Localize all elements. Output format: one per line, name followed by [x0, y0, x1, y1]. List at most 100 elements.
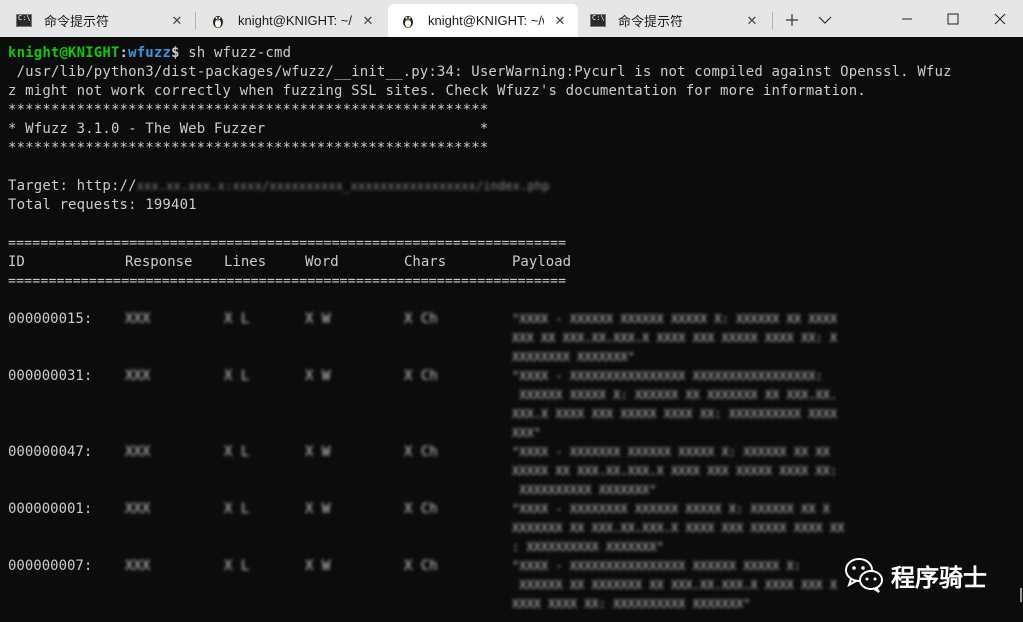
- close-icon[interactable]: ✕: [742, 11, 762, 31]
- row-payload-line: XXXXXXX XX XXX.XX.XXX.X XXXX XXX XXXXX X…: [512, 521, 845, 535]
- row-id: 000000047:: [8, 444, 93, 460]
- row-id: 000000007:: [8, 558, 93, 574]
- plus-icon: [786, 14, 798, 26]
- row-id: 000000031:: [8, 368, 93, 384]
- table-rule: ========================================…: [8, 274, 567, 289]
- wechat-icon: [845, 558, 883, 593]
- close-icon[interactable]: ✕: [358, 11, 378, 31]
- linux-icon: [210, 13, 226, 29]
- tab-knight-wf[interactable]: knight@KNIGHT: ~/wf ✕: [388, 4, 578, 37]
- warning-line: /usr/lib/python3/dist-packages/wfuzz/__i…: [8, 64, 952, 80]
- row-word: X W: [305, 311, 331, 327]
- row-lines: X L: [224, 311, 250, 327]
- scrollbar-thumb[interactable]: [1020, 588, 1022, 602]
- table-row: 000000001: XXX X L X W X Ch "XXXX - XXXX…: [0, 500, 1023, 519]
- row-word: X W: [305, 501, 331, 517]
- row-payload-line: XXX": [512, 426, 541, 440]
- warning-line: z might not work correctly when fuzzing …: [8, 83, 866, 99]
- row-payload-line: "XXXX - XXXXXXXXXXXXXXXX XXXXXXXXXXXXXXX…: [512, 369, 823, 383]
- header-payload: Payload: [512, 254, 572, 270]
- new-tab-button[interactable]: [778, 7, 806, 33]
- row-word: X W: [305, 368, 331, 384]
- tab-bar: 命令提示符 ✕ knight@KNIGHT: ~/fp ✕ knight@KNI…: [0, 0, 1023, 37]
- row-id: 000000015:: [8, 311, 93, 327]
- row-payload-line: : XXXXXXXXXX XXXXXXX": [512, 540, 664, 554]
- terminal-output[interactable]: knight@KNIGHT:wfuzz$ sh wfuzz-cmd /usr/l…: [0, 37, 1023, 622]
- minimize-icon: [902, 18, 912, 19]
- row-payload-line: XXX XX XXX.XX.XXX.X XXXX XXX XXXXX XXXX …: [512, 331, 838, 345]
- row-lines: X L: [224, 444, 250, 460]
- row-payload-line: XXXX XXXX XX: XXXXXXXXXX XXXXXXX": [512, 597, 751, 611]
- row-chars: X Ch: [404, 501, 438, 517]
- tab-cmd-2[interactable]: 命令提示符 ✕: [580, 4, 770, 37]
- cmd-icon: [590, 13, 606, 29]
- table-row: 000000015: XXX X L X W X Ch "XXXX - XXXX…: [0, 310, 1023, 329]
- minimize-button[interactable]: [884, 0, 930, 37]
- banner-border: ****************************************…: [8, 140, 489, 156]
- row-chars: X Ch: [404, 311, 438, 327]
- linux-icon: [400, 13, 416, 29]
- row-payload-line: XXXXXXXX XXXXXXX": [512, 350, 635, 364]
- header-lines: Lines: [224, 254, 267, 270]
- row-response: XXX: [125, 501, 151, 517]
- prompt-symbol: $: [171, 45, 180, 61]
- header-id: ID: [8, 254, 25, 270]
- row-chars: X Ch: [404, 558, 438, 574]
- chevron-down-icon: [818, 16, 832, 24]
- close-icon: [994, 13, 1006, 24]
- row-response: XXX: [125, 311, 151, 327]
- row-chars: X Ch: [404, 444, 438, 460]
- target-url-redacted: xxx.xx.xxx.x:xxxx/xxxxxxxxxx_xxxxxxxxxxx…: [136, 179, 550, 193]
- close-icon[interactable]: ✕: [167, 11, 187, 31]
- tab-title: knight@KNIGHT: ~/wf: [428, 13, 544, 28]
- row-lines: X L: [224, 558, 250, 574]
- row-payload-line: "XXXX - XXXXXXXX XXXXXX XXXXX X: XXXXXX …: [512, 502, 830, 516]
- row-chars: X Ch: [404, 368, 438, 384]
- row-lines: X L: [224, 501, 250, 517]
- banner-title: * Wfuzz 3.1.0 - The Web Fuzzer *: [8, 121, 489, 137]
- row-payload-line: "XXXX - XXXXXXXXXXXXXXXX XXXXXX XXXXX X:: [512, 559, 801, 573]
- tab-knight-fp[interactable]: knight@KNIGHT: ~/fp ✕: [196, 4, 386, 37]
- prompt-path: wfuzz: [128, 45, 172, 61]
- tab-title: knight@KNIGHT: ~/fp: [238, 13, 352, 28]
- row-payload-line: XXXXXXXXXX XXXXXXX": [512, 483, 657, 497]
- banner-border: ****************************************…: [8, 102, 489, 118]
- table-row: 000000031: XXX X L X W X Ch "XXXX - XXXX…: [0, 367, 1023, 386]
- tab-title: 命令提示符: [618, 14, 684, 29]
- header-response: Response: [125, 254, 193, 270]
- target-label: Target: http://: [8, 178, 137, 194]
- watermark: 程序骑士: [843, 553, 987, 597]
- tab-separator: [772, 12, 773, 30]
- watermark-text: 程序骑士: [891, 564, 987, 592]
- close-window-button[interactable]: [977, 0, 1023, 37]
- table-header: ID Response Lines Word Chars Payload: [0, 253, 1023, 272]
- scrollbar[interactable]: [1019, 37, 1023, 622]
- terminal-window: 命令提示符 ✕ knight@KNIGHT: ~/fp ✕ knight@KNI…: [0, 0, 1023, 622]
- close-icon[interactable]: ✕: [550, 11, 570, 31]
- row-response: XXX: [125, 444, 151, 460]
- header-chars: Chars: [404, 254, 447, 270]
- table-rule: ========================================…: [8, 236, 567, 251]
- row-word: X W: [305, 444, 331, 460]
- target-line: Target: http://xxx.xx.xxx.x:xxxx/xxxxxxx…: [8, 177, 550, 196]
- row-payload-line: XXXXX XX XXX.XX.XXX.X XXXX XXX XXXXX XXX…: [512, 464, 838, 478]
- cmd-icon: [16, 13, 32, 29]
- prompt-line: knight@KNIGHT:wfuzz$ sh wfuzz-cmd: [8, 44, 291, 63]
- maximize-icon: [947, 13, 959, 24]
- tab-cmd-1[interactable]: 命令提示符 ✕: [0, 4, 195, 37]
- row-id: 000000001:: [8, 501, 93, 517]
- row-payload-line: "XXXX - XXXXXX XXXXXX XXXXX X: XXXXXX XX…: [512, 312, 838, 326]
- maximize-button[interactable]: [930, 0, 976, 37]
- tab-dropdown-button[interactable]: [811, 7, 839, 33]
- row-response: XXX: [125, 368, 151, 384]
- header-word: Word: [305, 254, 339, 270]
- prompt-command: sh wfuzz-cmd: [179, 45, 292, 61]
- prompt-colon: :: [119, 45, 129, 61]
- table-row: 000000047: XXX X L X W X Ch "XXXX - XXXX…: [0, 443, 1023, 462]
- row-payload-line: XXXXXX XXXXX X: XXXXXX XX XXXXXXX XX XXX…: [512, 388, 838, 402]
- tab-title: 命令提示符: [44, 14, 110, 29]
- row-payload-line: XXXXXX XX XXXXXXX XX XXX.XX.XXX.X XXXX X…: [512, 578, 838, 592]
- row-payload-line: XXX.X XXXX XXX XXXXX XXXX XX: XXXXXXXXXX…: [512, 407, 838, 421]
- prompt-user-host: knight@KNIGHT: [8, 45, 120, 61]
- row-response: XXX: [125, 558, 151, 574]
